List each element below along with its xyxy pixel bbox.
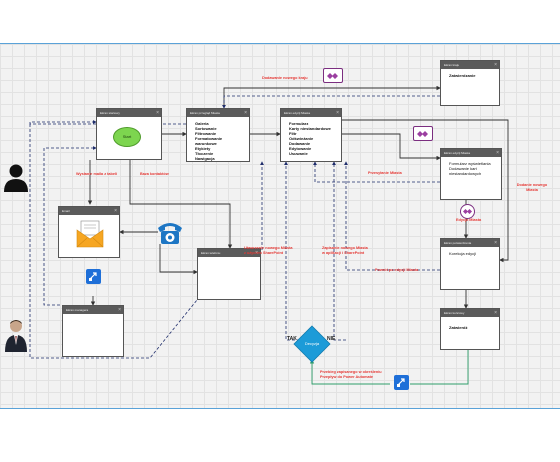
edge-label-edit-city: Edycja Miasta xyxy=(456,218,482,222)
country-window-header: Ekran kraju × xyxy=(441,61,499,69)
power-automate-icon xyxy=(86,269,101,284)
gallery-window-header: Ekran przegląd Miasta × xyxy=(187,109,249,117)
final-window-title: Ekran końcowy xyxy=(444,311,465,315)
form-window-header: Ekran edycji Miasta × xyxy=(281,109,341,117)
edge-label-city-transfer: Przesyłanie Miasta xyxy=(368,171,402,175)
edge-phone-to-call xyxy=(159,244,198,275)
manager-window-header: Ekran managera × xyxy=(63,306,123,314)
start-ellipse[interactable]: Start xyxy=(113,127,141,147)
gallery-window: Ekran przegląd Miasta × Galeria Sortowani… xyxy=(186,108,250,162)
edit-confirm-window: Ekran potwierdzenia × Korekcja edycji xyxy=(440,238,500,290)
close-icon: × xyxy=(156,110,159,116)
city-detail-window-body: Formularz wyświetlania Dodawanie kart ni… xyxy=(441,157,501,180)
edit-confirm-window-body: Korekcja edycji xyxy=(441,247,499,260)
form-window: Ekran edycji Miasta × Formularz Karty nie… xyxy=(280,108,342,162)
edge-label-confirm-edit: Powrót po edycji Miasta xyxy=(375,268,419,272)
edit-confirm-window-title: Ekran potwierdzenia xyxy=(444,241,472,245)
phone-icon xyxy=(158,223,182,244)
decision-label: Decyzja xyxy=(304,341,320,346)
close-icon: × xyxy=(118,307,121,313)
edge-label-add-new-city: Dodanie nowego Miasta xyxy=(516,183,548,192)
edit-confirm-line: Korekcja edycji xyxy=(449,251,476,256)
country-window-title: Ekran kraju xyxy=(444,63,460,67)
edge-country-back xyxy=(222,95,440,109)
power-apps-icon xyxy=(323,68,343,83)
final-window: Ekran końcowy × Zatwierdź xyxy=(440,308,500,350)
gallery-window-body: Galeria Sortowanie Filtrowanie Formatowa… xyxy=(187,117,249,165)
edge-label-database: Baza kontaktów xyxy=(140,172,169,176)
email-window-header: Email × xyxy=(59,207,119,215)
email-window-title: Email xyxy=(62,209,70,213)
start-window-title: Ekran startowy xyxy=(100,111,120,115)
edge-label-send-email: Wysłanie maila z tabeli xyxy=(76,172,118,176)
start-window-header: Ekran startowy × xyxy=(97,109,161,117)
city-detail-window-title: Ekran edycji Miasta xyxy=(444,151,471,155)
gallery-line: Nawigacja xyxy=(195,156,215,161)
decision-no-label: NIE xyxy=(327,336,336,342)
edit-confirm-window-header: Ekran potwierdzenia × xyxy=(441,239,499,247)
edge-final-to-trigger xyxy=(410,350,469,385)
form-line: Usuwanie xyxy=(289,151,308,156)
country-window-body: Zatwierdzanie xyxy=(441,69,499,82)
user-icon xyxy=(4,164,28,192)
gallery-window-title: Ekran przegląd Miasta xyxy=(190,111,220,115)
power-automate-trigger-icon xyxy=(394,375,409,390)
country-window: Ekran kraju × Zatwierdzanie xyxy=(440,60,500,106)
edge-label-add-country: Dodawanie nowego kraju xyxy=(262,76,308,80)
power-apps-icon-2 xyxy=(413,126,433,141)
form-window-body: Formularz Karty niestandardowe Filtr Odś… xyxy=(281,117,341,160)
close-icon: × xyxy=(244,110,247,116)
decision-yes-label: TAK xyxy=(287,336,297,342)
gallery-line: Formatowanie warunkowe xyxy=(195,136,223,146)
close-icon: × xyxy=(114,208,117,214)
email-window: Email × xyxy=(58,206,120,258)
start-window: Ekran startowy × Start xyxy=(96,108,162,160)
edge-label-trigger-2: Przepływ do Power Automate xyxy=(320,375,374,379)
edge-label-save-new-city-2: w aplikacji i SharePoint xyxy=(322,251,365,255)
manager-avatar-icon xyxy=(5,320,27,352)
final-window-header: Ekran końcowy × xyxy=(441,309,499,317)
edge-gallery-to-country xyxy=(223,85,441,110)
manager-window-title: Ekran managera xyxy=(66,308,89,312)
close-icon: × xyxy=(494,240,497,246)
close-icon: × xyxy=(494,310,497,316)
power-apps-icon-3 xyxy=(460,204,475,219)
form-window-title: Ekran edycji Miasta xyxy=(284,111,311,115)
final-window-body: Zatwierdź xyxy=(441,317,499,334)
final-line: Zatwierdź xyxy=(449,325,468,330)
edge-tak-to-form xyxy=(284,161,300,341)
envelope-icon xyxy=(76,220,104,248)
edge-label-create-new-city-2: z użyciem SharePoint xyxy=(244,251,284,255)
city-detail-window-header: Ekran edycji Miasta × xyxy=(441,149,501,157)
call-window-title: Ekran telefonu xyxy=(201,251,221,255)
manager-window: Ekran managera × xyxy=(62,305,124,357)
close-icon: × xyxy=(496,150,499,156)
country-line: Zatwierdzanie xyxy=(449,73,476,78)
city-detail-window: Ekran edycji Miasta × Formularz wyświetla… xyxy=(440,148,502,200)
city-detail-line: niestandardowych xyxy=(449,171,482,176)
close-icon: × xyxy=(336,110,339,116)
close-icon: × xyxy=(494,62,497,68)
